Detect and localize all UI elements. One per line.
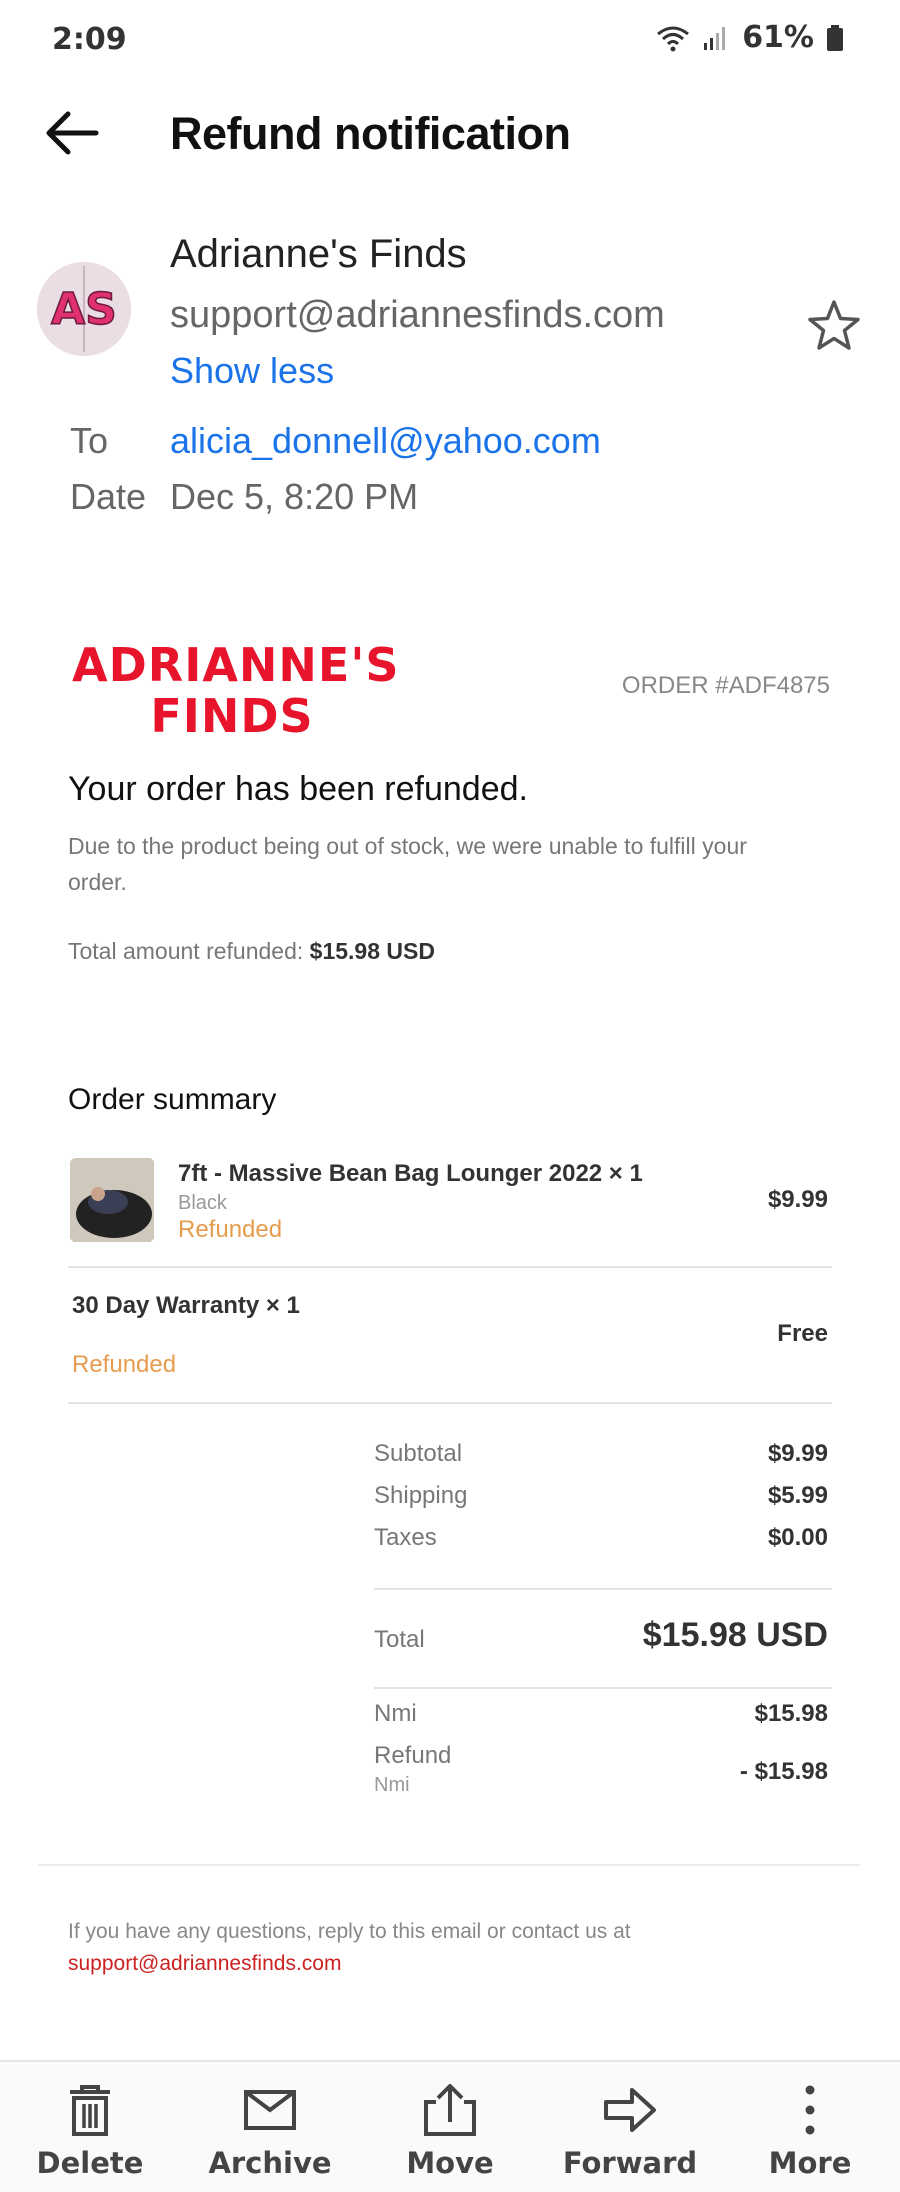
sender-email: support@adriannesfinds.com [170,294,665,336]
item-price: $9.99 [767,1186,828,1213]
taxes-value: $0.00 [767,1524,828,1551]
refund-message: Due to the product being out of stock, w… [68,833,747,895]
subtotal-value: $9.99 [767,1440,828,1467]
item-status: Refunded [178,1216,283,1243]
star-icon[interactable] [806,298,862,354]
to-address[interactable]: alicia_donnell@yahoo.com [170,420,601,462]
back-arrow-icon[interactable] [44,110,100,156]
item-variant: Black [178,1192,227,1214]
shipping-label: Shipping [374,1482,468,1509]
nmi-label: Nmi [374,1700,417,1727]
archive-button[interactable]: Archive [180,2062,360,2192]
trash-icon [70,2085,110,2136]
subtotal-label: Subtotal [374,1440,463,1467]
signal-icon [704,26,726,50]
date-label: Date [70,476,147,517]
bottom-action-bar: Delete Archive Move Forward More [0,2060,900,2192]
divider [374,1687,832,1689]
divider [68,1402,832,1404]
brand-logo: ADRIANNE'S FINDS [72,638,400,743]
sender-name: Adrianne's Finds [170,232,467,276]
archive-icon [244,2090,296,2130]
divider [68,1266,832,1268]
divider [374,1588,832,1590]
refund-value: - $15.98 [739,1758,828,1785]
to-label: To [70,420,109,461]
battery-percent: 61% [742,20,814,55]
refund-headline: Your order has been refunded. [68,770,528,808]
total-value: $15.98 USD [642,1616,828,1654]
wifi-icon [657,26,690,51]
item-title: 7ft - Massive Bean Bag Lounger 2022 × 1 [178,1160,643,1187]
product-image [70,1158,154,1242]
forward-icon [604,2088,656,2132]
avatar-initials: AS [51,284,117,335]
item-status: Refunded [72,1351,177,1378]
move-button[interactable]: Move [360,2062,540,2192]
total-refunded: Total amount refunded: $15.98 USD [68,938,435,964]
move-icon [424,2084,476,2136]
more-button[interactable]: More [720,2062,900,2192]
battery-icon [827,24,843,51]
show-less-link[interactable]: Show less [170,350,334,392]
shipping-value: $5.99 [767,1482,828,1509]
total-label: Total [374,1626,425,1653]
status-time: 2:09 [52,22,127,57]
item-price: Free [777,1320,828,1347]
more-vertical-icon [805,2085,815,2135]
contact-email-link[interactable]: support@adriannesfinds.com [68,1948,768,1980]
refund-sublabel: Nmi [374,1774,410,1796]
order-number: ORDER #ADF4875 [621,672,830,699]
page-title: Refund notification [170,108,571,159]
divider [38,1864,860,1866]
avatar: AS [37,262,131,356]
order-summary-title: Order summary [68,1083,277,1116]
date-value: Dec 5, 8:20 PM [170,476,419,517]
forward-button[interactable]: Forward [540,2062,720,2192]
nmi-value: $15.98 [754,1700,828,1727]
taxes-label: Taxes [374,1524,437,1551]
item-title: 30 Day Warranty × 1 [72,1292,300,1319]
refund-label: Refund [374,1742,452,1769]
delete-button[interactable]: Delete [0,2062,180,2192]
status-icons: 61% [656,20,844,55]
contact-note: If you have any questions, reply to this… [68,1916,768,1980]
